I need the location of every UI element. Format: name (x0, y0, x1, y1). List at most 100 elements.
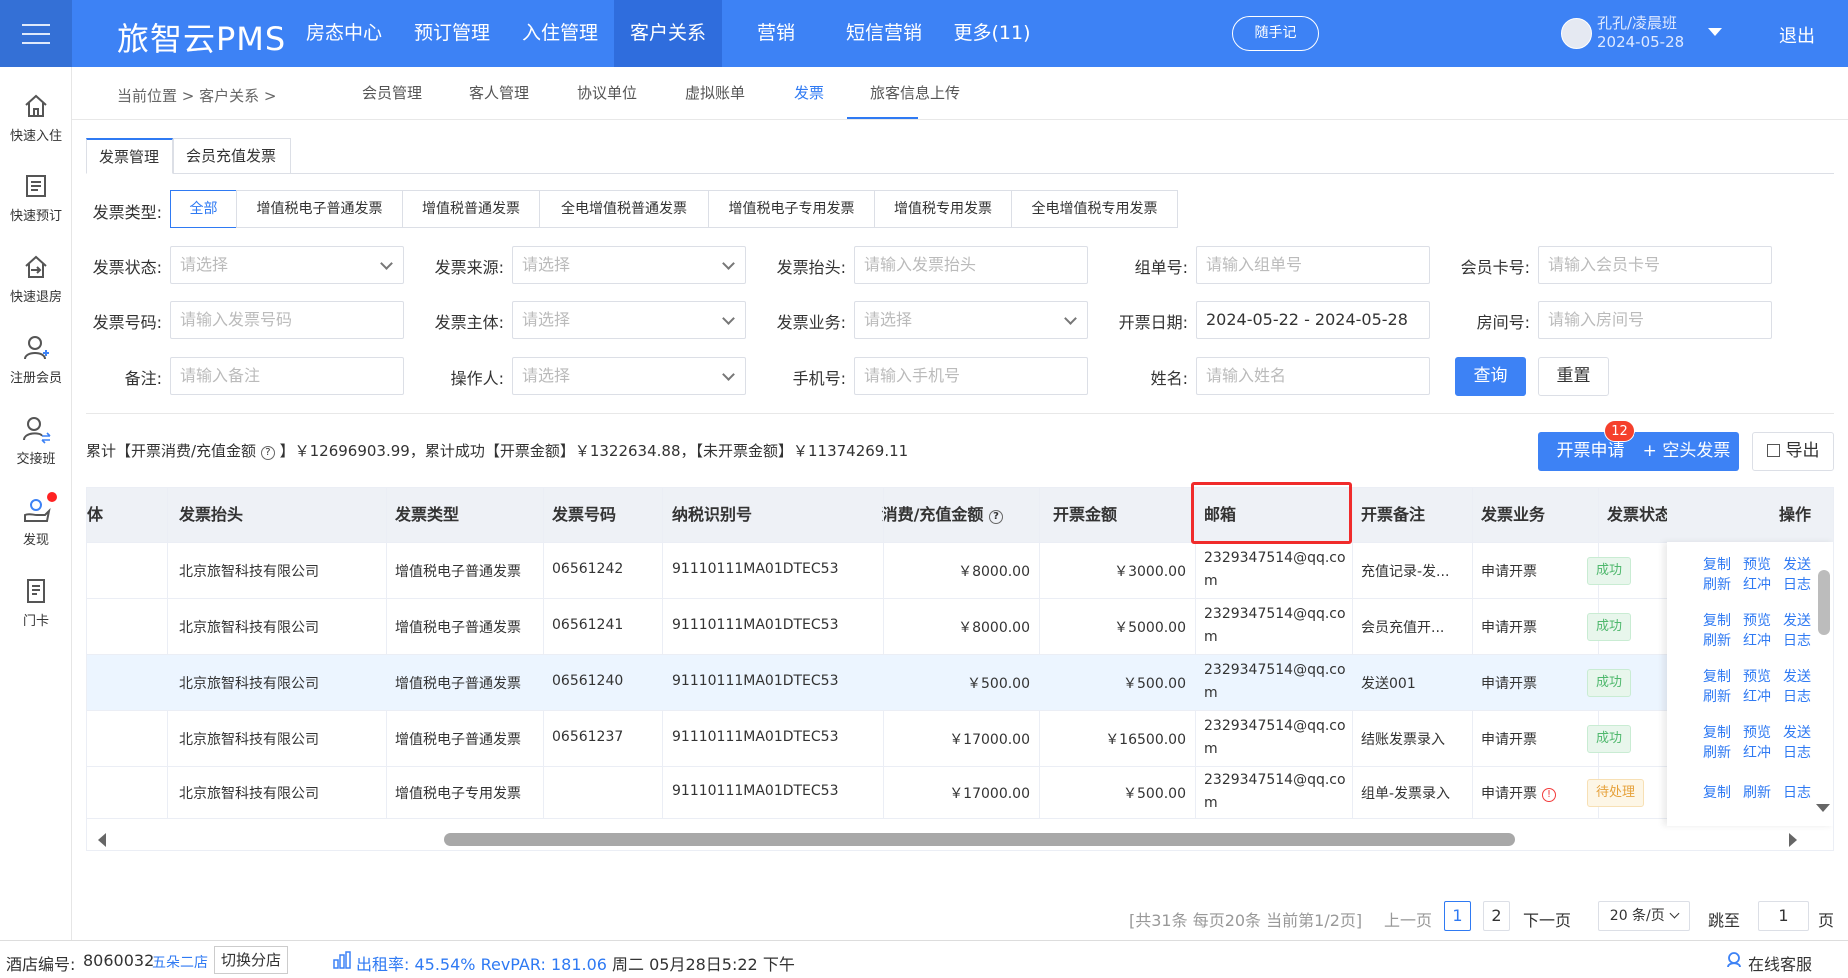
sidebar-item-room-card[interactable]: 门卡 (0, 576, 72, 629)
copy-link[interactable]: 复制 (1703, 722, 1731, 742)
subnav-agreement-unit[interactable]: 协议单位 (577, 82, 637, 103)
business-select[interactable]: 请选择 (854, 301, 1088, 339)
subnav-invoice[interactable]: 发票 (794, 82, 824, 103)
log-link[interactable]: 日志 (1783, 686, 1811, 706)
red-reverse-link[interactable]: 红冲 (1743, 574, 1771, 594)
avatar[interactable] (1561, 18, 1592, 49)
type-vat-special-button[interactable]: 增值税专用发票 (874, 190, 1012, 228)
log-link[interactable]: 日志 (1783, 574, 1811, 594)
send-link[interactable]: 发送 (1783, 722, 1811, 742)
sidebar-item-discover[interactable]: 发现 (0, 495, 72, 548)
reset-button[interactable]: 重置 (1538, 357, 1609, 396)
send-link[interactable]: 发送 (1783, 554, 1811, 574)
logout-button[interactable]: 退出 (1779, 22, 1815, 48)
refresh-link[interactable]: 刷新 (1703, 742, 1731, 762)
scroll-down-icon[interactable] (1816, 804, 1830, 812)
type-vat-e-normal-button[interactable]: 增值税电子普通发票 (236, 190, 403, 228)
member-card-input[interactable]: 请输入会员卡号 (1538, 246, 1772, 284)
scroll-left-icon[interactable] (98, 833, 106, 847)
subnav-member-management[interactable]: 会员管理 (362, 82, 422, 103)
refresh-link[interactable]: 刷新 (1743, 782, 1771, 802)
copy-link[interactable]: 复制 (1703, 782, 1731, 802)
source-select[interactable]: 请选择 (512, 246, 746, 284)
subnav-guest-management[interactable]: 客人管理 (469, 82, 529, 103)
nav-more[interactable]: 更多(11) (938, 0, 1046, 67)
copy-link[interactable]: 复制 (1703, 666, 1731, 686)
preview-link[interactable]: 预览 (1743, 610, 1771, 630)
refresh-link[interactable]: 刷新 (1703, 630, 1731, 650)
table-row[interactable]: 北京旅智科技有限公司 增值税电子普通发票 06561240 91110111MA… (87, 654, 1833, 710)
tab-member-recharge-invoice[interactable]: 会员充值发票 (173, 138, 291, 174)
table-row[interactable]: 北京旅智科技有限公司 增值税电子普通发票 06561242 91110111MA… (87, 542, 1833, 598)
switch-branch-button[interactable]: 切换分店 (214, 946, 289, 974)
page-size-select[interactable]: 20 条/页 (1598, 901, 1690, 931)
nav-sms-marketing[interactable]: 短信营销 (830, 0, 938, 67)
page-1-button[interactable]: 1 (1444, 901, 1471, 931)
chevron-down-icon[interactable] (1708, 28, 1722, 36)
sidebar-item-quick-checkout[interactable]: 快速退房 (0, 252, 72, 305)
vertical-scrollbar[interactable] (1818, 570, 1830, 635)
type-vat-e-special-button[interactable]: 增值税电子专用发票 (708, 190, 875, 228)
nav-room-status[interactable]: 房态中心 (290, 0, 398, 67)
date-range-input[interactable]: 2024-05-22 - 2024-05-28 (1196, 301, 1430, 339)
tab-invoice-management[interactable]: 发票管理 (86, 138, 173, 174)
prev-page-button[interactable]: 上一页 (1384, 907, 1432, 931)
refresh-link[interactable]: 刷新 (1703, 686, 1731, 706)
table-row[interactable]: 北京旅智科技有限公司 增值税电子普通发票 06561237 91110111MA… (87, 710, 1833, 766)
type-full-vat-normal-button[interactable]: 全电增值税普通发票 (539, 190, 709, 228)
remark-input[interactable]: 请输入备注 (170, 357, 404, 395)
export-button[interactable]: 导出 (1752, 432, 1834, 471)
next-page-button[interactable]: 下一页 (1523, 907, 1571, 931)
subnav-guest-info-upload[interactable]: 旅客信息上传 (870, 82, 960, 103)
preview-link[interactable]: 预览 (1743, 722, 1771, 742)
blank-invoice-button[interactable]: + 空头发票 (1634, 432, 1739, 471)
subnav-virtual-bill[interactable]: 虚拟账单 (685, 82, 745, 103)
type-vat-normal-button[interactable]: 增值税普通发票 (402, 190, 540, 228)
red-reverse-link[interactable]: 红冲 (1743, 630, 1771, 650)
invoice-number-input[interactable]: 请输入发票号码 (170, 301, 404, 339)
sidebar-item-register-member[interactable]: 注册会员 (0, 333, 72, 386)
user-info[interactable]: 孔孔/凌晨班 2024-05-28 (1597, 14, 1684, 52)
log-link[interactable]: 日志 (1783, 742, 1811, 762)
group-number-input[interactable]: 请输入组单号 (1196, 246, 1430, 284)
invoice-title-input[interactable]: 请输入发票抬头 (854, 246, 1088, 284)
send-link[interactable]: 发送 (1783, 666, 1811, 686)
red-reverse-link[interactable]: 红冲 (1743, 742, 1771, 762)
sidebar-item-quick-booking[interactable]: 快速预订 (0, 171, 72, 224)
question-icon[interactable]: ? (260, 446, 275, 460)
name-input[interactable]: 请输入姓名 (1196, 357, 1430, 395)
send-link[interactable]: 发送 (1783, 610, 1811, 630)
nav-reservation[interactable]: 预订管理 (398, 0, 506, 67)
sidebar-item-shift-handover[interactable]: 交接班 (0, 414, 72, 467)
query-button[interactable]: 查询 (1455, 357, 1526, 396)
menu-toggle-icon[interactable] (0, 0, 72, 67)
scroll-right-icon[interactable] (1789, 833, 1797, 847)
type-full-vat-special-button[interactable]: 全电增值税专用发票 (1011, 190, 1178, 228)
room-number-input[interactable]: 请输入房间号 (1538, 301, 1772, 339)
copy-link[interactable]: 复制 (1703, 554, 1731, 574)
type-all-button[interactable]: 全部 (170, 190, 237, 228)
online-service-link[interactable]: 在线客服 (1748, 951, 1812, 975)
nav-customer-relations[interactable]: 客户关系 (614, 0, 722, 67)
preview-link[interactable]: 预览 (1743, 666, 1771, 686)
page-2-button[interactable]: 2 (1483, 901, 1510, 931)
nav-checkin[interactable]: 入住管理 (506, 0, 614, 67)
table-row[interactable]: 北京旅智科技有限公司 增值税电子专用发票 91110111MA01DTEC53 … (87, 766, 1833, 818)
log-link[interactable]: 日志 (1783, 782, 1811, 802)
phone-input[interactable]: 请输入手机号 (854, 357, 1088, 395)
preview-link[interactable]: 预览 (1743, 554, 1771, 574)
horizontal-scrollbar[interactable] (444, 833, 1515, 846)
copy-link[interactable]: 复制 (1703, 610, 1731, 630)
sidebar-item-quick-checkin[interactable]: 快速入住 (0, 91, 72, 144)
nav-marketing[interactable]: 营销 (722, 0, 830, 67)
status-select[interactable]: 请选择 (170, 246, 404, 284)
red-reverse-link[interactable]: 红冲 (1743, 686, 1771, 706)
operator-select[interactable]: 请选择 (512, 357, 746, 395)
memo-button[interactable]: 随手记 (1232, 16, 1319, 51)
subject-select[interactable]: 请选择 (512, 301, 746, 339)
refresh-link[interactable]: 刷新 (1703, 574, 1731, 594)
question-icon[interactable]: ? (989, 510, 1003, 524)
table-row[interactable]: 北京旅智科技有限公司 增值税电子普通发票 06561241 91110111MA… (87, 598, 1833, 654)
log-link[interactable]: 日志 (1783, 630, 1811, 650)
error-icon[interactable]: ! (1542, 788, 1556, 802)
